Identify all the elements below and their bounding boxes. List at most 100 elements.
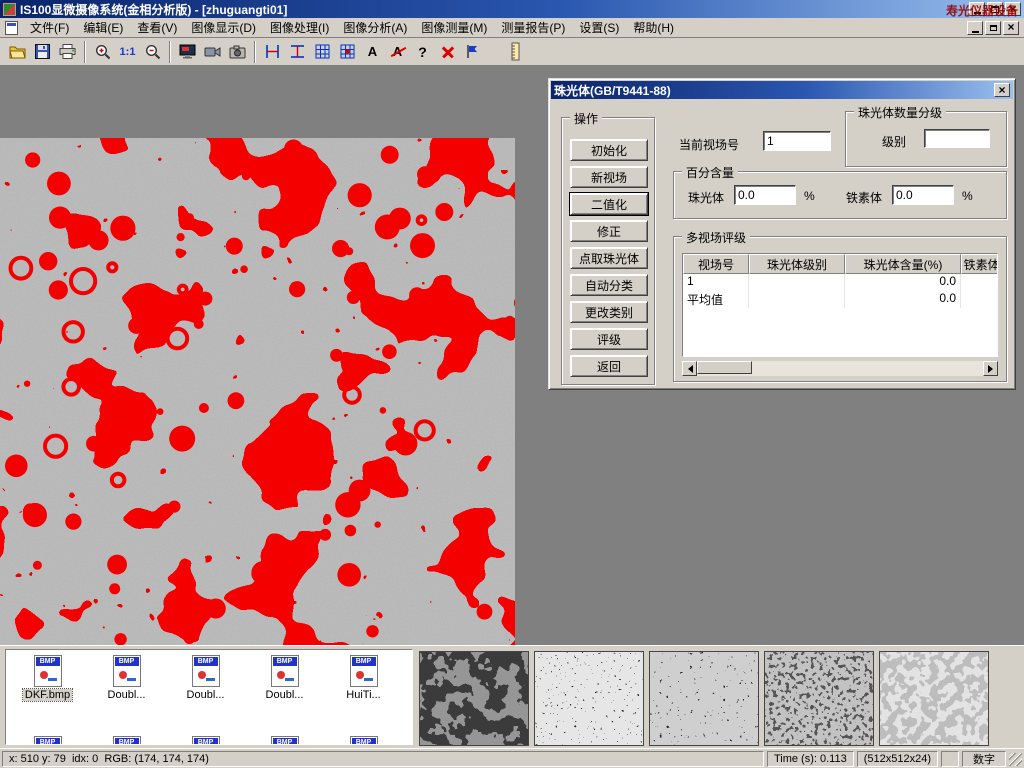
table-cell: 0.0 <box>845 291 961 308</box>
binarize-button[interactable]: 二值化 <box>570 193 648 215</box>
grade-button[interactable]: 评级 <box>570 328 648 350</box>
count-grid-icon <box>340 44 355 59</box>
title-bar[interactable]: IS100显微摄像系统(金相分析版) - [zhuguangti01] × <box>0 0 1024 18</box>
text-tool-icon: A <box>368 44 377 59</box>
toolbar: 1:1 A A <box>0 38 1024 66</box>
ruler-button[interactable] <box>503 40 528 64</box>
table-header-row: 视场号 珠光体级别 珠光体含量(%) 铁素体含量(%) <box>683 254 997 274</box>
menu-item-help[interactable]: 帮助(H) <box>626 17 681 38</box>
pointer-button[interactable] <box>460 40 485 64</box>
floppy-icon <box>35 44 50 59</box>
file-label: HuiTi... <box>344 689 382 701</box>
mdi-close-icon: × <box>1007 21 1014 33</box>
dialog-title-bar[interactable]: 珠光体(GB/T9441-88) × <box>551 81 1013 99</box>
grade-input[interactable] <box>924 129 990 148</box>
return-button[interactable]: 返回 <box>570 355 648 377</box>
open-file-button[interactable] <box>5 40 30 64</box>
thumbnail-image-4[interactable] <box>764 651 874 746</box>
file-item[interactable]: BMP <box>87 736 166 745</box>
file-label: Doubl... <box>106 689 148 701</box>
save-button[interactable] <box>30 40 55 64</box>
mdi-restore-button[interactable] <box>985 21 1001 35</box>
table-row[interactable]: 1 0.0 <box>683 274 997 291</box>
menu-item-image-display[interactable]: 图像显示(D) <box>184 17 263 38</box>
menu-bar: 文件(F) 编辑(E) 查看(V) 图像显示(D) 图像处理(I) 图像分析(A… <box>0 18 1024 38</box>
current-field-input[interactable] <box>763 131 831 151</box>
file-item[interactable]: BMP <box>166 736 245 745</box>
menu-item-edit[interactable]: 编辑(E) <box>76 17 130 38</box>
vendor-watermark: 寿光仪器设备 <box>946 2 1018 19</box>
thumbnail-strip <box>419 651 989 746</box>
file-item-dkf[interactable]: BMP DKF.bmp <box>8 655 87 701</box>
table-cell <box>749 274 845 291</box>
menu-item-file[interactable]: 文件(F) <box>23 17 76 38</box>
file-label: Doubl... <box>264 689 306 701</box>
menu-item-image-process[interactable]: 图像处理(I) <box>263 17 336 38</box>
initialize-button[interactable]: 初始化 <box>570 139 648 161</box>
file-item-double-2[interactable]: BMP Doubl... <box>166 655 245 701</box>
zoom-out-icon <box>145 44 161 60</box>
scroll-left-button[interactable] <box>682 361 697 376</box>
thumbnail-image-1[interactable] <box>419 651 529 746</box>
text-annotation-button[interactable]: A <box>360 40 385 64</box>
menu-item-image-analysis[interactable]: 图像分析(A) <box>336 17 414 38</box>
file-item-double-3[interactable]: BMP Doubl... <box>245 655 324 701</box>
menu-item-measure-report[interactable]: 测量报告(P) <box>494 17 572 38</box>
menu-item-settings[interactable]: 设置(S) <box>572 17 626 38</box>
mdi-minimize-button[interactable] <box>967 21 983 35</box>
file-item[interactable]: BMP <box>245 736 324 745</box>
horizontal-scrollbar[interactable] <box>682 361 998 376</box>
change-category-button[interactable]: 更改类别 <box>570 301 648 323</box>
file-item[interactable]: BMP <box>8 736 87 745</box>
capture-button[interactable] <box>175 40 200 64</box>
actual-size-button[interactable]: 1:1 <box>115 40 140 64</box>
status-bar: x: 510 y: 79 idx: 0 RGB: (174, 174, 174)… <box>0 748 1024 768</box>
current-field-label: 当前视场号 <box>679 136 739 153</box>
delete-annotation-button[interactable]: A <box>385 40 410 64</box>
document-icon[interactable] <box>5 21 18 35</box>
toolbar-separator <box>84 41 86 63</box>
thumbnail-image-5[interactable] <box>879 651 989 746</box>
ferrite-percent-input[interactable] <box>892 185 954 205</box>
file-item-double-1[interactable]: BMP Doubl... <box>87 655 166 701</box>
scrollbar-thumb[interactable] <box>697 361 752 374</box>
print-button[interactable] <box>55 40 80 64</box>
thumbnail-image-2[interactable] <box>534 651 644 746</box>
menu-item-view[interactable]: 查看(V) <box>130 17 184 38</box>
zoom-out-button[interactable] <box>140 40 165 64</box>
actual-size-icon: 1:1 <box>120 46 136 58</box>
table-header-ferrite: 铁素体含量(%) <box>961 254 998 274</box>
new-field-button[interactable]: 新视场 <box>570 166 648 188</box>
table-header-pearlite: 珠光体含量(%) <box>845 254 961 274</box>
video-camera-icon <box>204 45 221 59</box>
mdi-close-button[interactable]: × <box>1003 21 1019 35</box>
thumbnail-image-3[interactable] <box>649 651 759 746</box>
scrollbar-track[interactable] <box>697 361 983 376</box>
measure-width-button[interactable] <box>260 40 285 64</box>
table-row[interactable]: 平均值 0.0 <box>683 291 997 308</box>
file-item[interactable]: BMP <box>324 736 403 745</box>
delete-measure-button[interactable] <box>435 40 460 64</box>
bmp-file-icon: BMP <box>192 655 220 687</box>
pearlite-percent-input[interactable] <box>734 185 796 205</box>
pearlite-percent-sign: % <box>804 189 815 203</box>
scroll-right-button[interactable] <box>983 361 998 376</box>
camera-button[interactable] <box>225 40 250 64</box>
video-button[interactable] <box>200 40 225 64</box>
help-button[interactable]: ? <box>410 40 435 64</box>
grid-button[interactable] <box>310 40 335 64</box>
window-title: IS100显微摄像系统(金相分析版) - [zhuguangti01] <box>20 1 287 18</box>
count-grid-button[interactable] <box>335 40 360 64</box>
app-icon <box>3 3 16 16</box>
correct-button[interactable]: 修正 <box>570 220 648 242</box>
flag-pointer-icon <box>466 44 479 59</box>
measure-height-button[interactable] <box>285 40 310 64</box>
dialog-close-button[interactable]: × <box>994 83 1010 97</box>
file-item-huiti[interactable]: BMP HuiTi... <box>324 655 403 701</box>
auto-classify-button[interactable]: 自动分类 <box>570 274 648 296</box>
toolbar-separator <box>169 41 171 63</box>
pick-pearlite-button[interactable]: 点取珠光体 <box>570 247 648 269</box>
zoom-in-button[interactable] <box>90 40 115 64</box>
menu-item-image-measure[interactable]: 图像测量(M) <box>414 17 494 38</box>
metallographic-image[interactable] <box>0 138 515 645</box>
